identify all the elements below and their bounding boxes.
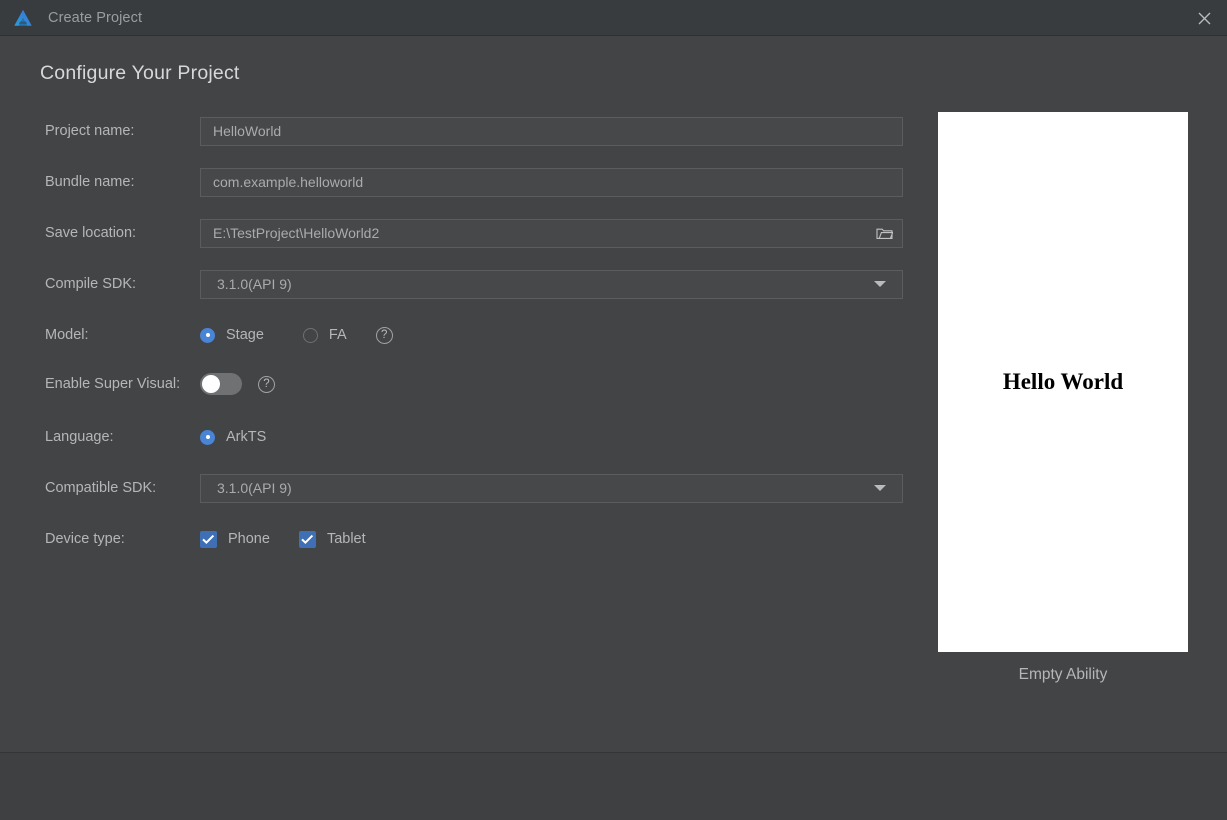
checkbox-icon-phone bbox=[200, 530, 217, 548]
compile-sdk-value: 3.1.0(API 9) bbox=[217, 276, 292, 292]
super-visual-toggle[interactable] bbox=[200, 373, 242, 395]
project-name-label: Project name: bbox=[45, 123, 135, 139]
model-option-fa[interactable]: FA bbox=[302, 327, 347, 343]
project-name-input[interactable]: HelloWorld bbox=[200, 116, 903, 146]
device-type-option-tablet-label: Tablet bbox=[326, 531, 366, 547]
language-option-arkts-label: ArkTS bbox=[226, 429, 267, 445]
deveco-logo-icon bbox=[14, 9, 32, 26]
device-type-option-phone[interactable]: Phone bbox=[200, 530, 270, 548]
compile-sdk-select[interactable]: 3.1.0(API 9) bbox=[200, 269, 903, 299]
template-preview: Hello World bbox=[938, 112, 1188, 652]
compatible-sdk-value: 3.1.0(API 9) bbox=[217, 480, 292, 496]
save-location-input[interactable]: E:\TestProject\HelloWorld2 bbox=[200, 218, 903, 248]
compatible-sdk-label: Compatible SDK: bbox=[45, 480, 157, 496]
language-option-arkts[interactable]: ArkTS bbox=[200, 429, 266, 445]
bundle-name-input[interactable]: com.example.helloworld bbox=[200, 167, 903, 197]
help-circle-icon-super-visual[interactable]: ? bbox=[258, 375, 275, 393]
save-location-label: Save location: bbox=[45, 225, 137, 241]
language-label: Language: bbox=[45, 429, 114, 445]
radio-icon-arkts bbox=[200, 429, 215, 445]
preview-caption: Empty Ability bbox=[1018, 666, 1108, 683]
checkbox-icon-tablet bbox=[298, 530, 316, 548]
folder-open-icon[interactable] bbox=[866, 220, 902, 247]
title-bar: Create Project bbox=[0, 0, 1227, 36]
language-radio-group: ArkTS bbox=[200, 429, 266, 445]
device-type-option-phone-label: Phone bbox=[228, 531, 270, 547]
create-project-dialog: Create Project Configure Your Project Pr… bbox=[0, 0, 1227, 820]
super-visual-label: Enable Super Visual: bbox=[45, 376, 181, 392]
model-option-stage-label: Stage bbox=[226, 327, 264, 343]
model-option-fa-label: FA bbox=[328, 327, 347, 343]
device-type-option-tablet[interactable]: Tablet bbox=[298, 530, 366, 548]
chevron-down-icon bbox=[874, 281, 886, 287]
model-option-stage[interactable]: Stage bbox=[200, 327, 264, 343]
toggle-knob bbox=[202, 375, 220, 393]
radio-icon-stage bbox=[200, 327, 215, 343]
preview-screen-text: Hello World bbox=[1002, 369, 1124, 394]
device-type-label: Device type: bbox=[45, 531, 125, 547]
compile-sdk-label: Compile SDK: bbox=[45, 276, 137, 292]
window-title: Create Project bbox=[48, 9, 143, 26]
bundle-name-label: Bundle name: bbox=[45, 174, 135, 190]
dialog-footer: ? Cancel Previous Finish CSDN @Tigers996 bbox=[0, 753, 1227, 820]
chevron-down-icon bbox=[874, 485, 886, 491]
model-radio-group: Stage FA ? bbox=[200, 326, 393, 344]
close-icon[interactable] bbox=[1181, 0, 1227, 36]
model-label: Model: bbox=[45, 327, 89, 343]
radio-icon-fa bbox=[302, 327, 318, 343]
help-circle-icon-model[interactable]: ? bbox=[375, 326, 393, 344]
page-title: Configure Your Project bbox=[40, 62, 240, 84]
compatible-sdk-select[interactable]: 3.1.0(API 9) bbox=[200, 473, 903, 503]
